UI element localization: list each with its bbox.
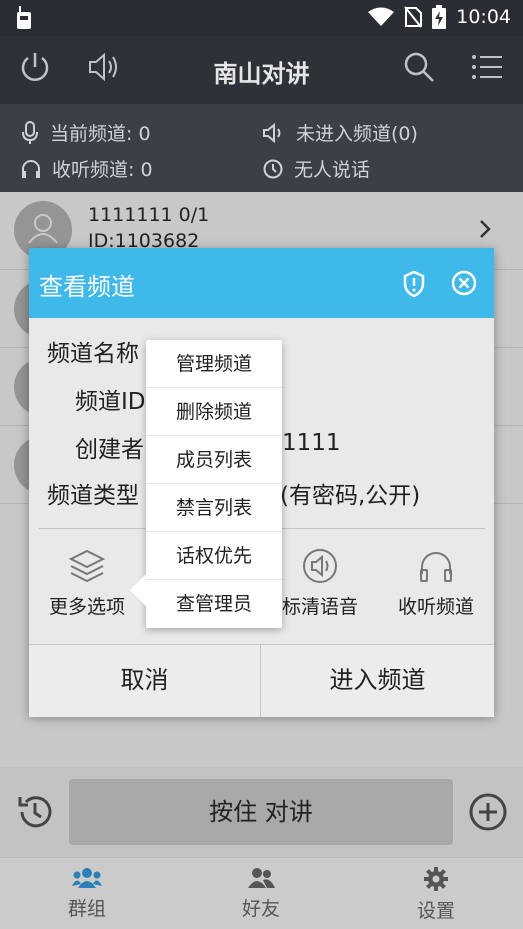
more-options-label: 更多选项 (48, 596, 125, 618)
menu-pointer (130, 574, 146, 606)
friends-icon (248, 868, 275, 888)
channel-name-label: 频道名称 (47, 341, 139, 367)
battery-charging-icon (432, 5, 447, 29)
current-channel-info: 当前频道: 0 (20, 119, 151, 146)
not-in-channel-text: 未进入频道(0) (296, 123, 418, 145)
menu-item-member-list[interactable]: 成员列表 (146, 436, 282, 484)
add-icon[interactable] (467, 791, 509, 833)
listen-channel-info: 收听频道: 0 (20, 155, 153, 182)
menu-item-view-admins[interactable]: 查管理员 (146, 580, 282, 628)
tab-friends-label: 好友 (241, 898, 280, 920)
tab-groups-label: 群组 (67, 898, 106, 920)
tab-settings-label: 设置 (416, 900, 455, 922)
speaker-small-icon (263, 122, 281, 143)
app-bar: 南山对讲 (0, 36, 523, 104)
push-to-talk-button[interactable]: 按住 对讲 (69, 779, 453, 845)
enter-channel-button[interactable]: 进入频道 (261, 645, 494, 717)
status-time: 10:04 (456, 6, 511, 28)
groups-icon (72, 868, 102, 888)
menu-list-icon[interactable] (470, 50, 504, 84)
chevron-right-icon (480, 220, 491, 238)
layers-icon (68, 549, 106, 583)
headphones-icon (420, 552, 452, 582)
more-options-menu: 管理频道 删除频道 成员列表 禁言列表 话权优先 查管理员 (130, 340, 282, 628)
current-channel-text: 当前频道: 0 (50, 123, 151, 145)
channel-info-panel: 当前频道: 0 未进入频道(0) 收听频道: 0 无人说话 (0, 104, 523, 192)
bottom-navigation: 群组 好友 设置 (0, 857, 523, 929)
channel-type-value: (有密码,公开) (280, 483, 421, 509)
tab-friends[interactable]: 好友 (201, 858, 321, 921)
menu-item-mute-list[interactable]: 禁言列表 (146, 484, 282, 532)
speaker-circle-icon (303, 549, 337, 583)
creator-value: 1111 (282, 430, 341, 456)
no-sim-icon (404, 6, 423, 28)
menu-item-talk-priority[interactable]: 话权优先 (146, 532, 282, 580)
shield-alert-icon[interactable] (403, 271, 425, 297)
listen-channel-label: 收听频道 (397, 596, 474, 618)
listen-channel-button[interactable]: 收听频道 (381, 548, 491, 619)
app-title: 南山对讲 (213, 60, 310, 88)
menu-item-delete-channel[interactable]: 删除频道 (146, 388, 282, 436)
status-bar: 10:04 (0, 0, 523, 36)
menu-item-manage-channel[interactable]: 管理频道 (146, 340, 282, 388)
walkie-talkie-icon (17, 6, 31, 29)
gear-icon (424, 867, 448, 891)
nobody-talking-text: 无人说话 (294, 159, 371, 181)
history-icon[interactable] (14, 791, 56, 833)
cancel-button[interactable]: 取消 (29, 645, 261, 717)
wifi-icon (368, 7, 395, 26)
channel-type-label: 频道类型 (47, 483, 139, 509)
search-icon[interactable] (402, 50, 436, 84)
tab-groups[interactable]: 群组 (27, 858, 147, 921)
microphone-icon (22, 120, 38, 144)
channel-id-label: 频道ID (75, 389, 146, 415)
headphones-icon (22, 159, 40, 178)
hd-voice-label: 标清语音 (281, 596, 358, 618)
close-icon[interactable] (451, 270, 477, 296)
creator-label: 创建者 (75, 437, 144, 463)
listen-channel-text: 收听频道: 0 (52, 159, 153, 181)
talk-control-bar: 按住 对讲 (0, 767, 523, 857)
talk-status-info: 无人说话 (262, 155, 370, 182)
tab-settings[interactable]: 设置 (376, 858, 496, 923)
dialog-actions: 取消 进入频道 (29, 644, 494, 717)
channel-status-info: 未进入频道(0) (262, 119, 418, 146)
dialog-title: 查看频道 (39, 273, 135, 301)
channel-name: 1111111 0/1 (88, 204, 210, 226)
history-icon (263, 159, 283, 178)
more-options-button[interactable]: 更多选项 (32, 548, 142, 619)
dialog-header: 查看频道 (29, 248, 494, 318)
